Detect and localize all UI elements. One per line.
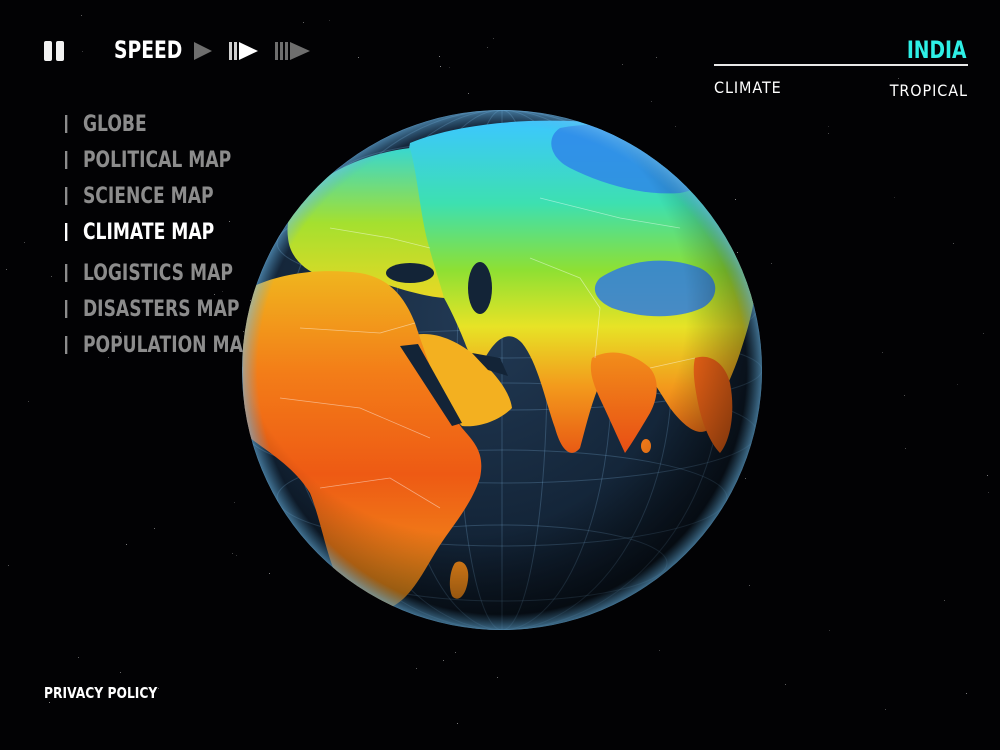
star [898,78,899,79]
star [222,291,223,292]
climate-globe[interactable] [240,108,764,632]
selected-country-name: INDIA [906,36,966,64]
star [24,242,25,243]
star [457,723,458,724]
star [232,553,233,554]
star [771,263,772,264]
star [303,22,304,23]
menu-item-political-map[interactable]: POLITICAL MAP [65,148,231,173]
star [905,448,906,449]
star [622,64,623,65]
star [49,702,50,703]
speed-slow-button[interactable] [192,40,216,62]
star [236,555,237,556]
speed-fast-button[interactable] [274,40,314,62]
fast-forward-icon [275,42,310,60]
menu-item-population-map[interactable]: POPULATION MAP [65,333,255,358]
star [329,20,330,21]
climate-label: CLIMATE [714,78,782,97]
star [229,221,230,222]
star [656,57,657,58]
star [358,57,359,58]
star [126,544,127,545]
star [904,395,905,396]
pause-button[interactable] [44,41,66,61]
star [957,384,958,385]
star [659,650,660,651]
star [82,51,83,52]
star [449,67,450,68]
star [828,133,829,134]
star [51,276,52,277]
star [120,672,121,673]
star [894,197,895,198]
info-divider [714,64,968,66]
menu-item-disasters-map[interactable]: DISASTERS MAP [65,297,239,322]
play-normal-icon [229,42,258,60]
star [487,47,488,48]
star [81,15,82,16]
star [882,352,883,353]
menu-item-logistics-map[interactable]: LOGISTICS MAP [65,261,233,286]
star [8,565,9,566]
star [988,492,989,493]
star [953,243,954,244]
star [416,668,417,669]
menu-item-climate-map[interactable]: CLIMATE MAP [65,220,214,245]
star [829,630,830,631]
star [966,693,967,694]
atmosphere-rim [242,110,762,630]
star [651,101,652,102]
star [944,600,945,601]
pause-icon [44,41,52,61]
star [6,269,7,270]
menu-item-science-map[interactable]: SCIENCE MAP [65,184,214,209]
star [234,502,235,503]
star [158,688,159,689]
star [455,652,456,653]
menu-item-globe[interactable]: GLOBE [65,112,147,137]
star [493,38,494,39]
privacy-policy-link[interactable]: PRIVACY POLICY [44,684,157,702]
star [468,93,469,94]
star [439,56,440,57]
star [785,684,786,685]
play-slow-icon [194,42,212,60]
star [28,401,29,402]
speed-label: SPEED [114,36,183,64]
star [885,709,886,710]
star [154,528,155,529]
star [987,475,988,476]
star [78,657,79,658]
star [828,126,829,127]
speed-normal-button[interactable] [228,40,262,62]
star [983,333,984,334]
star [440,66,441,67]
star [214,294,215,295]
star [443,660,444,661]
star [497,677,498,678]
climate-value: TROPICAL [889,81,968,100]
